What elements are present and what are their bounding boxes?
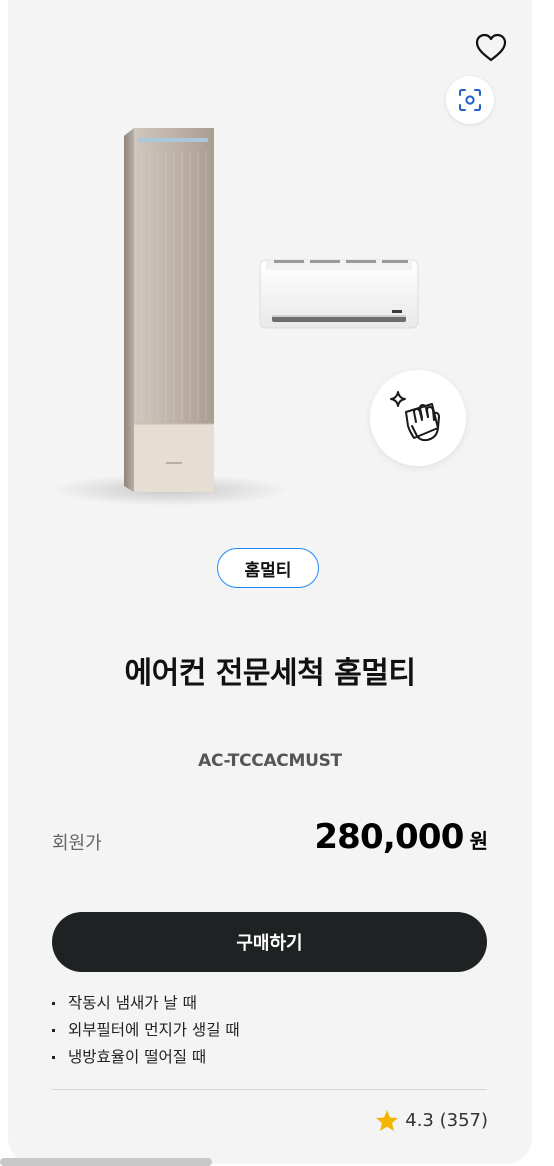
feature-item: 냉방효율이 떨어질 때 bbox=[52, 1044, 240, 1071]
product-title: 에어컨 전문세척 홈멀티 bbox=[124, 656, 416, 691]
price-currency: 원 bbox=[469, 829, 488, 853]
horizontal-scrollbar[interactable] bbox=[0, 1158, 212, 1166]
model-number: AC-TCCACMUST bbox=[198, 751, 342, 771]
product-image bbox=[50, 128, 419, 506]
divider bbox=[52, 1089, 487, 1090]
product-tag: 홈멀티 bbox=[217, 548, 319, 588]
cleaning-hand-icon bbox=[390, 391, 440, 442]
rating-text: 4.3 (357) bbox=[405, 1110, 488, 1131]
price-amount: 280,000 bbox=[314, 817, 464, 857]
price-label: 회원가 bbox=[52, 833, 102, 854]
cleaning-badge bbox=[370, 370, 466, 466]
feature-item: 작동시 냄새가 날 때 bbox=[52, 990, 240, 1017]
price-display: 280,000 원 bbox=[314, 817, 488, 857]
feature-item: 외부필터에 먼지가 생길 때 bbox=[52, 1017, 240, 1044]
heart-icon bbox=[475, 33, 507, 62]
wishlist-button[interactable] bbox=[474, 32, 508, 64]
feature-list: 작동시 냄새가 날 때 외부필터에 먼지가 생길 때 냉방효율이 떨어질 때 bbox=[52, 990, 240, 1071]
buy-button[interactable]: 구매하기 bbox=[52, 912, 487, 972]
rating[interactable]: 4.3 (357) bbox=[375, 1109, 488, 1132]
star-icon bbox=[376, 1110, 399, 1131]
product-card: 홈멀티 에어컨 전문세척 홈멀티 AC-TCCACMUST 회원가 280,00… bbox=[8, 0, 532, 1164]
